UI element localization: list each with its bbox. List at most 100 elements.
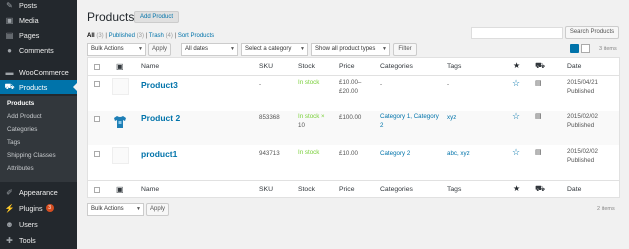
row-checkbox[interactable] bbox=[94, 116, 100, 122]
product-date: 2015/02/02 bbox=[567, 148, 598, 155]
sidebar-item-label: Pages bbox=[19, 30, 40, 40]
product-categories[interactable]: Category 1, Category bbox=[380, 113, 439, 120]
column-stock: Stock bbox=[298, 63, 315, 70]
users-icon: ☻ bbox=[5, 219, 14, 229]
featured-star-icon[interactable]: ★ bbox=[513, 61, 520, 70]
column-name[interactable]: Name bbox=[141, 63, 159, 70]
column-date[interactable]: Date bbox=[567, 63, 581, 70]
submenu-item-shipping-classes[interactable]: Shipping Classes bbox=[7, 152, 56, 159]
bulk-actions-select-bottom[interactable]: Bulk Actions ▼ bbox=[87, 203, 144, 216]
product-status: Published bbox=[567, 88, 595, 95]
pages-icon: ▤ bbox=[5, 30, 14, 40]
sidebar-item-posts[interactable]: ✎ Posts bbox=[0, 0, 77, 12]
column-stock: Stock bbox=[298, 186, 315, 193]
excerpt-view-icon[interactable] bbox=[581, 44, 590, 53]
product-thumbnail-placeholder[interactable] bbox=[112, 147, 129, 164]
product-date: 2015/02/02 bbox=[567, 113, 598, 120]
submenu-item-products[interactable]: Products bbox=[7, 100, 34, 107]
table-row: Product 2 853368 In stock × 10 £100.00 C… bbox=[88, 111, 619, 145]
table-footer: ▣ Name SKU Stock Price Categories Tags ★… bbox=[88, 180, 619, 198]
product-categories[interactable]: Category 2 bbox=[380, 150, 410, 157]
sidebar-item-pages[interactable]: ▤ Pages bbox=[0, 28, 77, 42]
filter-all[interactable]: All bbox=[87, 33, 95, 39]
column-categories: Categories bbox=[380, 186, 413, 193]
column-sku[interactable]: SKU bbox=[259, 186, 273, 193]
sidebar-item-woocommerce[interactable]: ▬ WooCommerce bbox=[0, 65, 77, 79]
select-all-checkbox[interactable] bbox=[94, 64, 100, 70]
product-categories-line2[interactable]: 2 bbox=[380, 122, 383, 129]
sidebar-item-label: Appearance bbox=[19, 187, 58, 197]
column-price[interactable]: Price bbox=[339, 63, 355, 70]
products-icon: ⛟ bbox=[4, 82, 15, 91]
submenu-item-attributes[interactable]: Attributes bbox=[7, 165, 34, 172]
sidebar-item-plugins[interactable]: ⚡ Plugins 3 bbox=[0, 201, 77, 215]
chevron-down-icon: ▼ bbox=[382, 46, 387, 52]
row-checkbox[interactable] bbox=[94, 151, 100, 157]
products-submenu: Products Add Product Categories Tags Shi… bbox=[0, 96, 77, 182]
sidebar-item-label: Plugins bbox=[19, 203, 43, 213]
search-products-button[interactable]: Search Products bbox=[565, 26, 619, 39]
product-type-icon: ⛟ bbox=[535, 61, 546, 70]
column-sku[interactable]: SKU bbox=[259, 63, 273, 70]
featured-star-icon[interactable]: ★ bbox=[513, 184, 520, 193]
submenu-item-add-product[interactable]: Add Product bbox=[7, 113, 42, 120]
items-count-bottom: 2 items bbox=[597, 206, 615, 212]
filter-trash[interactable]: Trash bbox=[149, 33, 164, 39]
filter-button[interactable]: Filter bbox=[393, 43, 417, 56]
sort-products-link[interactable]: Sort Products bbox=[178, 33, 214, 39]
submenu-item-categories[interactable]: Categories bbox=[7, 126, 37, 133]
sidebar-item-label: Users bbox=[19, 219, 38, 229]
tshirt-thumbnail-icon[interactable] bbox=[113, 115, 127, 129]
sidebar-item-label: Products bbox=[19, 82, 48, 92]
sidebar-item-users[interactable]: ☻ Users bbox=[0, 217, 77, 231]
woocommerce-icon: ▬ bbox=[5, 67, 14, 77]
sidebar-item-label: Tools bbox=[19, 235, 36, 245]
items-count: 3 items bbox=[599, 46, 617, 52]
add-product-button[interactable]: Add Product bbox=[134, 11, 180, 23]
date-filter-select[interactable]: All dates ▼ bbox=[181, 43, 238, 56]
sidebar-item-comments[interactable]: ● Comments bbox=[0, 43, 77, 57]
sidebar-item-tools[interactable]: ✚ Tools bbox=[0, 233, 77, 247]
row-checkbox[interactable] bbox=[94, 81, 100, 87]
product-thumbnail-placeholder[interactable] bbox=[112, 78, 129, 95]
sidebar-item-media[interactable]: ▣ Media bbox=[0, 13, 77, 27]
sidebar-item-label: Posts bbox=[19, 0, 37, 10]
product-tags[interactable]: xyz bbox=[447, 114, 456, 121]
column-tags: Tags bbox=[447, 63, 462, 70]
select-all-checkbox[interactable] bbox=[94, 187, 100, 193]
featured-toggle-icon[interactable]: ☆ bbox=[512, 111, 520, 122]
product-tags[interactable]: abc, xyz bbox=[447, 150, 470, 157]
product-price-line1: £10.00– bbox=[339, 79, 362, 86]
sidebar-item-products[interactable]: ⛟ Products bbox=[0, 80, 77, 94]
image-column-icon: ▣ bbox=[116, 185, 124, 194]
products-table: ▣ Name SKU Stock Price Categories Tags ★… bbox=[87, 57, 620, 198]
column-date[interactable]: Date bbox=[567, 186, 581, 193]
sidebar-item-label: Media bbox=[19, 15, 39, 25]
column-name[interactable]: Name bbox=[141, 186, 159, 193]
product-categories: - bbox=[380, 81, 383, 88]
featured-toggle-icon[interactable]: ☆ bbox=[512, 147, 520, 158]
product-type-icon: ⛟ bbox=[535, 184, 546, 193]
apply-button-bottom[interactable]: Apply bbox=[146, 203, 169, 216]
product-name-link[interactable]: Product3 bbox=[141, 80, 178, 90]
apply-button[interactable]: Apply bbox=[148, 43, 171, 56]
status-filter-links: All (3) | Published (3) | Trash (4) | So… bbox=[87, 33, 215, 39]
comments-icon: ● bbox=[7, 45, 12, 55]
column-price[interactable]: Price bbox=[339, 186, 355, 193]
chevron-down-icon: ▼ bbox=[138, 46, 143, 52]
product-name-link[interactable]: Product 2 bbox=[141, 113, 180, 123]
featured-toggle-icon[interactable]: ☆ bbox=[512, 78, 520, 89]
bulk-actions-select[interactable]: Bulk Actions ▼ bbox=[87, 43, 146, 56]
product-name-link[interactable]: product1 bbox=[141, 149, 177, 159]
product-status: Published bbox=[567, 157, 595, 164]
stock-status: In stock bbox=[298, 79, 320, 86]
sidebar-item-appearance[interactable]: ✐ Appearance bbox=[0, 185, 77, 199]
product-type-select[interactable]: Show all product types ▼ bbox=[311, 43, 390, 56]
submenu-item-tags[interactable]: Tags bbox=[7, 139, 20, 146]
list-view-icon[interactable] bbox=[570, 44, 579, 53]
category-filter-select[interactable]: Select a category ▼ bbox=[241, 43, 308, 56]
table-row: Product3 - In stock £10.00– £20.00 - - ☆… bbox=[88, 77, 619, 111]
filter-published[interactable]: Published bbox=[109, 33, 135, 39]
search-input[interactable] bbox=[471, 27, 563, 39]
sidebar-item-label: Comments bbox=[19, 45, 54, 55]
